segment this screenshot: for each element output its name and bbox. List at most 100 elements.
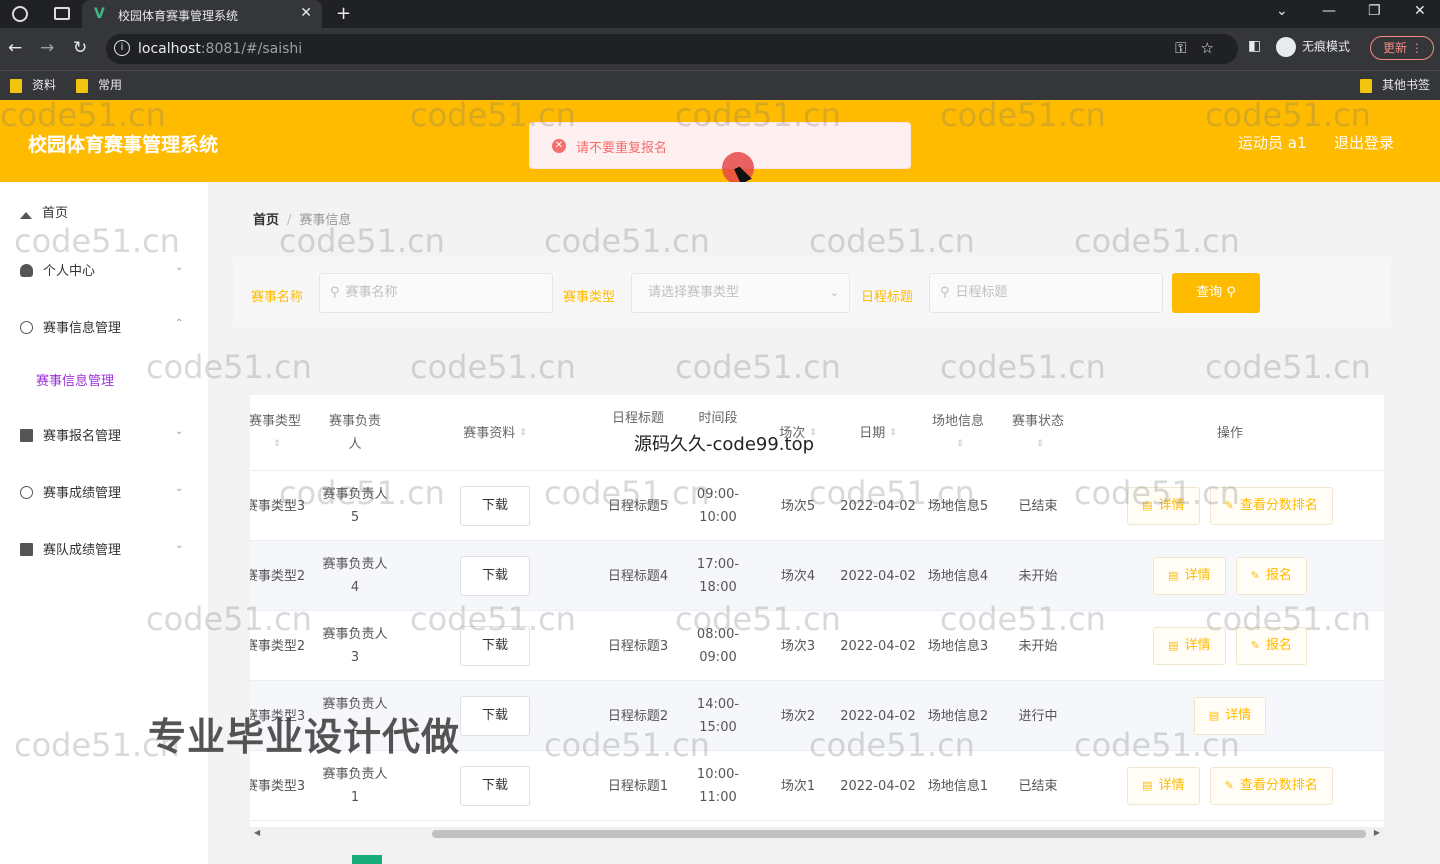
- table-row: 赛事类型2 赛事负责人4 下载 日程标题4 17:00-18:00 场次4 20…: [250, 541, 1384, 611]
- cell-session: 场次3: [780, 638, 816, 654]
- pagination-current-page[interactable]: [352, 855, 382, 864]
- error-icon: ✕: [552, 139, 566, 153]
- document-icon: [20, 543, 33, 556]
- breadcrumb-home[interactable]: 首页: [253, 213, 279, 228]
- col-type[interactable]: 赛事类型 ⇕: [250, 395, 310, 471]
- back-icon[interactable]: ←: [8, 38, 22, 58]
- view-ranking-button[interactable]: ✎ 查看分数排名: [1209, 487, 1333, 525]
- sidebar-item-registration[interactable]: 赛事报名管理: [20, 425, 121, 444]
- tab-close-icon[interactable]: ✕: [300, 5, 312, 21]
- download-button[interactable]: 下载: [460, 486, 530, 526]
- sidepanel-icon[interactable]: ◧: [1248, 38, 1261, 54]
- col-venue[interactable]: 场地信息 ⇕: [920, 395, 996, 471]
- cell-leader: 赛事负责人5: [322, 487, 388, 525]
- restore-icon[interactable]: ❐: [1368, 3, 1381, 19]
- cell-material: 下载: [440, 541, 550, 611]
- detail-button[interactable]: ▤ 详情: [1153, 627, 1226, 665]
- cell-period: 09:00-10:00: [696, 487, 740, 525]
- table-row: 赛事类型3 赛事负责人1 下载 日程标题1 10:00-11:00 场次1 20…: [250, 751, 1384, 821]
- cell-schedule: 日程标题5: [607, 498, 669, 514]
- sidebar-item-home[interactable]: 首页: [20, 202, 68, 221]
- col-status[interactable]: 赛事状态 ⇕: [1000, 395, 1076, 471]
- query-button[interactable]: 查询 ⚲: [1172, 273, 1260, 313]
- breadcrumb: 首页 / 赛事信息: [253, 209, 351, 228]
- download-button[interactable]: 下载: [460, 626, 530, 666]
- user-icon: [20, 264, 33, 277]
- window-icon[interactable]: [54, 7, 70, 20]
- register-button[interactable]: ✎ 报名: [1235, 627, 1307, 665]
- download-button[interactable]: 下载: [460, 696, 530, 736]
- info-icon[interactable]: i: [114, 40, 130, 56]
- breadcrumb-current: 赛事信息: [299, 213, 352, 228]
- scroll-left-icon[interactable]: ◀: [254, 828, 260, 837]
- detail-button[interactable]: ▤ 详情: [1193, 697, 1267, 735]
- type-label: 赛事类型: [563, 290, 616, 305]
- table-header: 赛事类型 ⇕ 赛事负责人 赛事资料 ⇕ 日程标题 时间段 场次 ⇕ 日期 ⇕ 场地信息 ⇕…: [250, 395, 1384, 471]
- cell-ops: ▤ 详情 ✎ 报名: [1080, 611, 1380, 681]
- new-tab-icon[interactable]: +: [336, 3, 351, 24]
- globe-icon[interactable]: [12, 6, 28, 22]
- browser-tab[interactable]: V 校园体育赛事管理系统 ✕: [82, 0, 322, 28]
- cell-type: 赛事类型3: [250, 498, 306, 514]
- sidebar-item-event-scores[interactable]: 赛事成绩管理: [20, 482, 121, 501]
- schedule-search-input[interactable]: ⚲ 日程标题: [929, 273, 1163, 313]
- cell-type: 赛事类型2: [250, 568, 306, 584]
- name-search-input[interactable]: ⚲ 赛事名称: [319, 273, 553, 313]
- cell-material: 下载: [440, 611, 550, 681]
- sort-icon: ⇕: [273, 439, 281, 449]
- sort-icon: ⇕: [956, 439, 964, 449]
- bookmark-folder[interactable]: 常用: [76, 76, 122, 93]
- logout-link[interactable]: 退出登录: [1334, 132, 1394, 153]
- detail-button[interactable]: ▤ 详情: [1127, 767, 1200, 805]
- type-select[interactable]: 请选择赛事类型 ⌄: [631, 273, 850, 313]
- bookmark-folder[interactable]: 资料: [10, 76, 56, 93]
- cell-material: 下载: [440, 751, 550, 821]
- horizontal-scrollbar[interactable]: ◀ ▶: [250, 827, 1384, 841]
- url-field[interactable]: i localhost:8081/#/saishi ⚿☆: [106, 34, 1238, 64]
- cell-schedule: 日程标题1: [607, 778, 669, 794]
- cell-venue: 场地信息3: [927, 638, 989, 654]
- col-date[interactable]: 日期 ⇕: [840, 395, 916, 471]
- update-button[interactable]: 更新 ⋮: [1370, 36, 1434, 60]
- col-leader[interactable]: 赛事负责人: [320, 395, 390, 471]
- breadcrumb-separator: /: [287, 213, 292, 228]
- reload-icon[interactable]: ↻: [73, 38, 87, 58]
- chevron-down-icon: ⌄: [175, 262, 184, 273]
- detail-button[interactable]: ▤ 详情: [1153, 557, 1226, 595]
- incognito-icon: [1276, 37, 1296, 57]
- cell-date: 2022-04-02: [840, 498, 916, 514]
- cell-session: 场次5: [780, 498, 816, 514]
- detail-button[interactable]: ▤ 详情: [1127, 487, 1200, 525]
- minimize-icon[interactable]: —: [1322, 3, 1336, 19]
- table-row: 赛事类型3 赛事负责人5 下载 日程标题5 09:00-10:00 场次5 20…: [250, 471, 1384, 541]
- forward-icon[interactable]: →: [40, 38, 54, 58]
- update-label: 更新: [1383, 41, 1408, 55]
- scroll-right-icon[interactable]: ▶: [1374, 828, 1380, 837]
- col-material[interactable]: 赛事资料 ⇕: [440, 395, 550, 471]
- other-bookmarks[interactable]: 其他书签: [1360, 76, 1430, 93]
- cell-ops: ▤ 详情 ✎ 报名: [1080, 541, 1380, 611]
- scrollbar-thumb[interactable]: [432, 830, 1366, 838]
- document-icon: [20, 429, 33, 442]
- key-star-icons[interactable]: ⚿☆: [1175, 39, 1228, 57]
- sidebar-item-event-info[interactable]: 赛事信息管理: [20, 317, 121, 336]
- watermark-ad: 专业毕业设计代做: [148, 715, 461, 759]
- window-close-icon[interactable]: ✕: [1414, 3, 1426, 19]
- register-button[interactable]: ✎ 报名: [1235, 557, 1307, 595]
- sort-icon: ⇕: [519, 427, 527, 438]
- cell-date: 2022-04-02: [840, 708, 916, 724]
- chevron-up-icon: ⌃: [175, 318, 184, 329]
- cell-type: 赛事类型3: [250, 778, 306, 794]
- edit-icon: ✎: [1250, 639, 1260, 652]
- sidebar-item-profile[interactable]: 个人中心: [20, 260, 95, 279]
- incognito-profile[interactable]: 无痕模式: [1276, 37, 1350, 57]
- main-content: 首页 / 赛事信息 赛事名称 ⚲ 赛事名称 赛事类型 请选择赛事类型 ⌄ 日程标题 ⚲ 日…: [208, 182, 1440, 864]
- search-panel: 赛事名称 ⚲ 赛事名称 赛事类型 请选择赛事类型 ⌄ 日程标题 ⚲ 日程标题 查询 ⚲: [233, 257, 1391, 327]
- cell-schedule: 日程标题2: [607, 708, 669, 724]
- sidebar-item-team-scores[interactable]: 赛队成绩管理: [20, 539, 121, 558]
- submenu-event-info-manage[interactable]: 赛事信息管理: [36, 370, 114, 389]
- view-ranking-button[interactable]: ✎ 查看分数排名: [1209, 767, 1333, 805]
- download-button[interactable]: 下载: [460, 766, 530, 806]
- tab-search-icon[interactable]: ⌄: [1276, 3, 1288, 19]
- download-button[interactable]: 下载: [460, 556, 530, 596]
